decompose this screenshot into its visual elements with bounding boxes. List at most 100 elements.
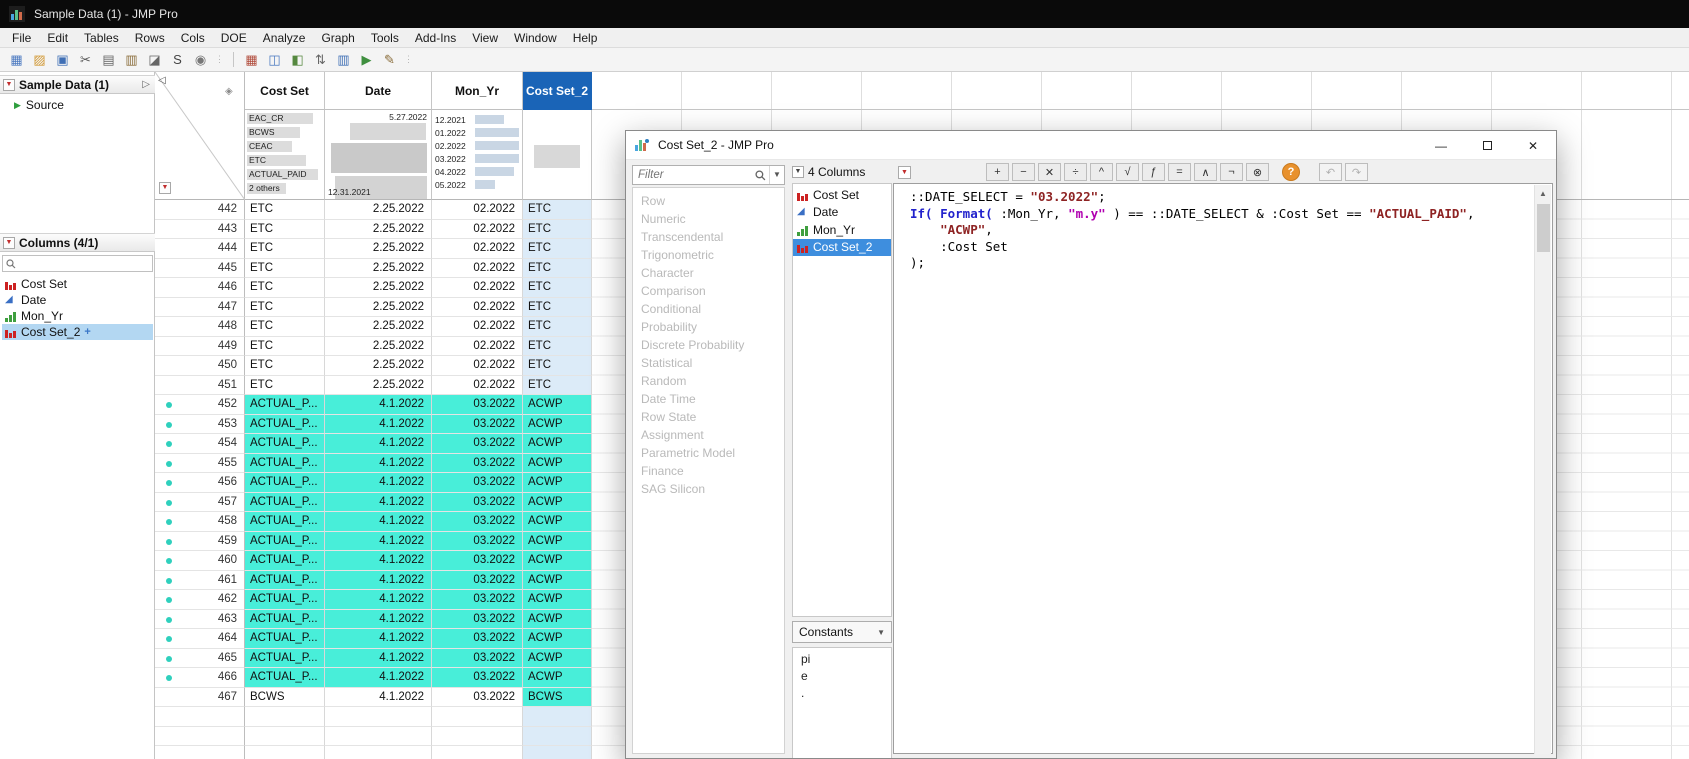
- row-number-cell[interactable]: 448: [155, 317, 245, 337]
- cost-set-2-cell[interactable]: [523, 707, 592, 727]
- cost-set-cell[interactable]: ETC: [245, 220, 325, 240]
- cost-set-2-cell[interactable]: ACWP: [523, 415, 592, 435]
- panel-expand-icon[interactable]: ▷: [142, 79, 150, 90]
- row-number-cell[interactable]: 458: [155, 512, 245, 532]
- table-row[interactable]: 463ACTUAL_P...4.1.202203.2022ACWP: [155, 610, 592, 630]
- date-cell[interactable]: 4.1.2022: [325, 571, 432, 591]
- table-row[interactable]: 448ETC2.25.202202.2022ETC: [155, 317, 592, 337]
- add-term-button[interactable]: +: [986, 163, 1009, 181]
- formula-code[interactable]: ::DATE_SELECT = "03.2022";If( Format( :M…: [910, 189, 1474, 272]
- mon-yr-cell[interactable]: [432, 707, 523, 727]
- cost-set-2-cell[interactable]: ACWP: [523, 571, 592, 591]
- sidebar-item-mon-yr[interactable]: Mon_Yr: [2, 308, 153, 324]
- menu-tools[interactable]: Tools: [363, 28, 407, 48]
- scroll-up-icon[interactable]: ▲: [1535, 185, 1551, 202]
- mon-yr-cell[interactable]: 03.2022: [432, 454, 523, 474]
- cost-set-cell[interactable]: ACTUAL_P...: [245, 473, 325, 493]
- cost-set-2-cell[interactable]: ACWP: [523, 551, 592, 571]
- date-cell[interactable]: 4.1.2022: [325, 473, 432, 493]
- grid-corner-cell[interactable]: ◁ ◈ ▼: [155, 72, 245, 200]
- date-cell[interactable]: 2.25.2022: [325, 317, 432, 337]
- help-button[interactable]: ?: [1282, 163, 1300, 181]
- graph-button[interactable]: ▥: [333, 50, 354, 70]
- script-button[interactable]: S: [167, 50, 188, 70]
- cost-set-cell[interactable]: ACTUAL_P...: [245, 395, 325, 415]
- subset-button[interactable]: ◧: [287, 50, 308, 70]
- row-number-cell[interactable]: 464: [155, 629, 245, 649]
- cost-set-2-cell[interactable]: BCWS: [523, 688, 592, 708]
- dialog-column-cost-set-2[interactable]: Cost Set_2: [793, 239, 891, 257]
- date-cell[interactable]: 4.1.2022: [325, 688, 432, 708]
- row-number-cell[interactable]: 453: [155, 415, 245, 435]
- row-number-cell[interactable]: [155, 707, 245, 727]
- editor-scrollbar[interactable]: ▲: [1534, 185, 1551, 754]
- mon-yr-cell[interactable]: 03.2022: [432, 629, 523, 649]
- row-number-cell[interactable]: 460: [155, 551, 245, 571]
- function-category-statistical[interactable]: Statistical: [633, 354, 784, 372]
- remove-term-button[interactable]: −: [1012, 163, 1035, 181]
- cost-set-2-cell[interactable]: ETC: [523, 259, 592, 279]
- cost-set-2-cell[interactable]: ACWP: [523, 532, 592, 552]
- row-number-cell[interactable]: 447: [155, 298, 245, 318]
- formula-editor-area[interactable]: ::DATE_SELECT = "03.2022";If( Format( :M…: [893, 183, 1553, 754]
- constant-item[interactable]: .: [793, 685, 891, 702]
- mon-yr-cell[interactable]: 03.2022: [432, 551, 523, 571]
- date-cell[interactable]: 2.25.2022: [325, 200, 432, 220]
- function-category-comparison[interactable]: Comparison: [633, 282, 784, 300]
- sort-button[interactable]: ⇅: [310, 50, 331, 70]
- red-triangle-menu-icon[interactable]: ▼: [3, 79, 15, 91]
- constants-dropdown[interactable]: Constants ▼: [792, 621, 892, 643]
- menu-addins[interactable]: Add-Ins: [407, 28, 464, 48]
- function-category-random[interactable]: Random: [633, 372, 784, 390]
- cost-set-2-cell[interactable]: ACWP: [523, 649, 592, 669]
- column-header-cost-set[interactable]: Cost Set: [245, 72, 325, 110]
- mon-yr-cell[interactable]: 02.2022: [432, 337, 523, 357]
- table-row[interactable]: 450ETC2.25.202202.2022ETC: [155, 356, 592, 376]
- cost-set-cell[interactable]: ACTUAL_P...: [245, 454, 325, 474]
- delete-button[interactable]: ✕: [1038, 163, 1061, 181]
- row-number-cell[interactable]: 463: [155, 610, 245, 630]
- function-category-row[interactable]: Row: [633, 192, 784, 210]
- function-category-parametric-model[interactable]: Parametric Model: [633, 444, 784, 462]
- not-button[interactable]: ¬: [1220, 163, 1243, 181]
- cost-set-cell[interactable]: ETC: [245, 356, 325, 376]
- columns-menu-icon[interactable]: ◈: [225, 86, 233, 97]
- date-cell[interactable]: 4.1.2022: [325, 434, 432, 454]
- row-number-cell[interactable]: 466: [155, 668, 245, 688]
- mon-yr-cell[interactable]: [432, 746, 523, 759]
- mon-yr-cell[interactable]: 02.2022: [432, 317, 523, 337]
- cost-set-cell[interactable]: [245, 707, 325, 727]
- cost-set-cell[interactable]: BCWS: [245, 688, 325, 708]
- mon-yr-cell[interactable]: 02.2022: [432, 239, 523, 259]
- column-header-mon-yr[interactable]: Mon_Yr: [432, 72, 523, 110]
- cost-set-cell[interactable]: ETC: [245, 376, 325, 396]
- disclosure-icon[interactable]: ▶: [14, 100, 21, 111]
- cost-set-2-cell[interactable]: ACWP: [523, 610, 592, 630]
- table-row[interactable]: 444ETC2.25.202202.2022ETC: [155, 239, 592, 259]
- table-panel-header[interactable]: ▼ Sample Data (1) ▷: [0, 75, 155, 94]
- mon-yr-cell[interactable]: 02.2022: [432, 259, 523, 279]
- menu-view[interactable]: View: [464, 28, 506, 48]
- save-button[interactable]: ▣: [52, 50, 73, 70]
- table-row[interactable]: 467BCWS4.1.202203.2022BCWS: [155, 688, 592, 708]
- date-cell[interactable]: 4.1.2022: [325, 395, 432, 415]
- cost-set-cell[interactable]: ACTUAL_P...: [245, 668, 325, 688]
- table-row[interactable]: 453ACTUAL_P...4.1.202203.2022ACWP: [155, 415, 592, 435]
- date-cell[interactable]: 4.1.2022: [325, 610, 432, 630]
- red-triangle-menu-icon[interactable]: ▼: [3, 237, 15, 249]
- mon-yr-cell[interactable]: 03.2022: [432, 649, 523, 669]
- row-number-cell[interactable]: [155, 727, 245, 747]
- row-number-cell[interactable]: 459: [155, 532, 245, 552]
- table-row[interactable]: 460ACTUAL_P...4.1.202203.2022ACWP: [155, 551, 592, 571]
- table-row[interactable]: 446ETC2.25.202202.2022ETC: [155, 278, 592, 298]
- column-header-cost-set-2[interactable]: Cost Set_2: [523, 72, 592, 110]
- row-number-cell[interactable]: 445: [155, 259, 245, 279]
- row-number-cell[interactable]: 465: [155, 649, 245, 669]
- date-cell[interactable]: 4.1.2022: [325, 532, 432, 552]
- mon-yr-cell[interactable]: 02.2022: [432, 376, 523, 396]
- row-number-cell[interactable]: 454: [155, 434, 245, 454]
- constant-item[interactable]: e: [793, 668, 891, 685]
- date-cell[interactable]: 4.1.2022: [325, 512, 432, 532]
- date-cell[interactable]: 2.25.2022: [325, 278, 432, 298]
- filter-dropdown-icon[interactable]: ▼: [769, 166, 784, 184]
